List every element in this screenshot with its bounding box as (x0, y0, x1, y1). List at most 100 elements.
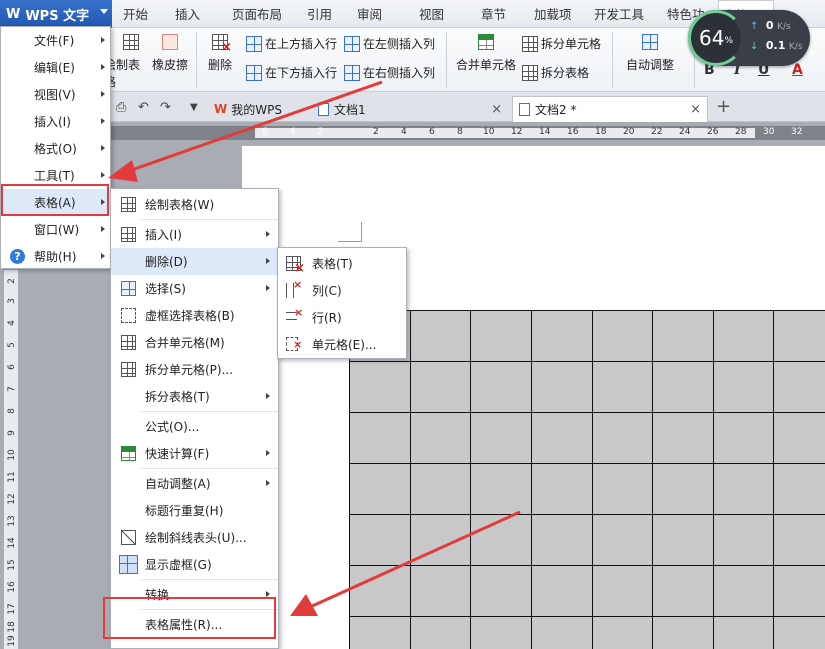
table-cell[interactable] (530, 514, 593, 566)
table-cell[interactable] (591, 310, 654, 362)
table-cell[interactable] (652, 310, 714, 362)
table-cell[interactable] (349, 463, 411, 515)
insert-column-left-button[interactable]: 在左侧插入列 (344, 35, 435, 52)
eraser-button[interactable]: 橡皮擦 (150, 34, 190, 73)
tab-developer[interactable]: 开发工具 (583, 0, 656, 28)
table-cell[interactable] (530, 412, 593, 464)
table-cell[interactable] (470, 463, 532, 515)
menu-item-edit[interactable]: 编辑(E) (1, 54, 112, 81)
tab-section[interactable]: 章节 (470, 0, 523, 28)
menu-item-delete-column[interactable]: × 列(C) (278, 277, 406, 304)
table-cell[interactable] (409, 514, 472, 566)
table-cell[interactable] (591, 565, 654, 617)
table-cell[interactable] (652, 412, 714, 464)
wps-app-menu-button[interactable]: W WPS 文字 (0, 0, 112, 28)
table-cell[interactable] (773, 310, 825, 362)
table-cell[interactable] (349, 361, 411, 413)
table-cell[interactable] (470, 310, 532, 362)
table-grid[interactable] (349, 310, 825, 649)
table-cell[interactable] (470, 565, 532, 617)
doc-tab-my-wps[interactable]: W 我的WPS (208, 96, 308, 122)
table-cell[interactable] (349, 565, 411, 617)
new-tab-icon[interactable]: + (716, 96, 731, 117)
menu-item-view[interactable]: 视图(V) (1, 81, 112, 108)
delete-button[interactable]: 删除 (200, 34, 240, 73)
insert-column-right-button[interactable]: 在右侧插入列 (344, 64, 435, 81)
menu-item-window[interactable]: 窗口(W) (1, 216, 112, 243)
table-cell[interactable] (712, 412, 775, 464)
split-table-button[interactable]: 拆分表格 (522, 64, 589, 81)
menu-item-formula[interactable]: 公式(O)... (111, 413, 278, 440)
table-cell[interactable] (470, 514, 532, 566)
table-cell[interactable] (409, 310, 472, 362)
menu-item-insert[interactable]: 插入(I) (1, 108, 112, 135)
auto-fit-button[interactable]: 自动调整 (620, 34, 680, 73)
document-table[interactable] (349, 310, 825, 649)
table-cell[interactable] (530, 616, 593, 649)
table-cell[interactable] (591, 463, 654, 515)
doc-tab-document-1[interactable]: 文档1 × (312, 96, 508, 122)
menu-item-draw-table[interactable]: 绘制表格(W) (111, 191, 278, 218)
menu-item-delete-table[interactable]: 表格(T) (278, 250, 406, 277)
tab-addins[interactable]: 加载项 (523, 0, 583, 28)
menu-item-diagonal-header[interactable]: 绘制斜线表头(U)... (111, 524, 278, 551)
table-cell[interactable] (591, 361, 654, 413)
menu-item-split-table[interactable]: 拆分表格(T) (111, 383, 278, 410)
table-cell[interactable] (349, 412, 411, 464)
network-speed-widget[interactable]: 64 % ↑ 0 K/s ↓ 0.1 K/s (688, 10, 810, 66)
menu-item-format[interactable]: 格式(O) (1, 135, 112, 162)
table-cell[interactable] (530, 565, 593, 617)
table-cell[interactable] (409, 412, 472, 464)
menu-item-merge-cells[interactable]: 合并单元格(M) (111, 329, 278, 356)
vertical-ruler[interactable]: 2 3 4 5 6 7 8 9 10 11 12 13 14 15 16 17 … (4, 270, 18, 649)
table-cell[interactable] (470, 412, 532, 464)
menu-item-delete-cells[interactable]: × 单元格(E)... (278, 331, 406, 358)
insert-row-above-button[interactable]: 在上方插入行 (246, 35, 337, 52)
close-tab-icon[interactable]: × (690, 102, 701, 117)
tab-view[interactable]: 视图 (408, 0, 470, 28)
tab-home[interactable]: 开始 (112, 0, 164, 28)
tab-insert[interactable]: 插入 (164, 0, 221, 28)
table-cell[interactable] (470, 361, 532, 413)
menu-item-marquee-select[interactable]: 虚框选择表格(B) (111, 302, 278, 329)
table-cell[interactable] (591, 616, 654, 649)
font-color-button[interactable]: A (792, 62, 803, 78)
table-cell[interactable] (652, 565, 714, 617)
table-cell[interactable] (409, 463, 472, 515)
horizontal-ruler[interactable]: 6 4 2 2 4 6 8 10 12 14 16 18 20 22 24 26… (110, 126, 825, 140)
quick-access-dropdown-icon[interactable]: ▼ (190, 102, 198, 113)
table-cell[interactable] (591, 412, 654, 464)
doc-tab-document-2[interactable]: 文档2 * × (512, 96, 708, 122)
menu-item-delete-row[interactable]: × 行(R) (278, 304, 406, 331)
table-cell[interactable] (530, 463, 593, 515)
redo-icon[interactable]: ↷ (160, 100, 171, 115)
menu-item-quick-calc[interactable]: 快速计算(F) (111, 440, 278, 467)
table-cell[interactable] (470, 616, 532, 649)
table-cell[interactable] (712, 361, 775, 413)
menu-item-split-cells[interactable]: 拆分单元格(P)... (111, 356, 278, 383)
table-cell[interactable] (409, 361, 472, 413)
menu-item-repeat-header[interactable]: 标题行重复(H) (111, 497, 278, 524)
table-cell[interactable] (773, 412, 825, 464)
table-cell[interactable] (773, 361, 825, 413)
table-cell[interactable] (652, 361, 714, 413)
table-cell[interactable] (773, 616, 825, 649)
table-cell[interactable] (530, 310, 593, 362)
table-cell[interactable] (652, 616, 714, 649)
split-cells-button[interactable]: 拆分单元格 (522, 35, 601, 52)
tab-page-layout[interactable]: 页面布局 (221, 0, 296, 28)
table-cell[interactable] (773, 565, 825, 617)
tab-review[interactable]: 审阅 (346, 0, 408, 28)
table-cell[interactable] (773, 463, 825, 515)
menu-item-auto-fit[interactable]: 自动调整(A) (111, 470, 278, 497)
menu-item-help[interactable]: ? 帮助(H) (1, 243, 112, 270)
table-cell[interactable] (773, 514, 825, 566)
table-cell[interactable] (652, 463, 714, 515)
menu-item-select[interactable]: 选择(S) (111, 275, 278, 302)
menu-item-file[interactable]: 文件(F) (1, 27, 112, 54)
tab-references[interactable]: 引用 (296, 0, 346, 28)
undo-icon[interactable]: ↶ (138, 100, 149, 115)
table-cell[interactable] (712, 565, 775, 617)
menu-item-show-gridlines[interactable]: 显示虚框(G) (111, 551, 278, 578)
print-preview-icon[interactable]: ⎙ (116, 100, 126, 115)
